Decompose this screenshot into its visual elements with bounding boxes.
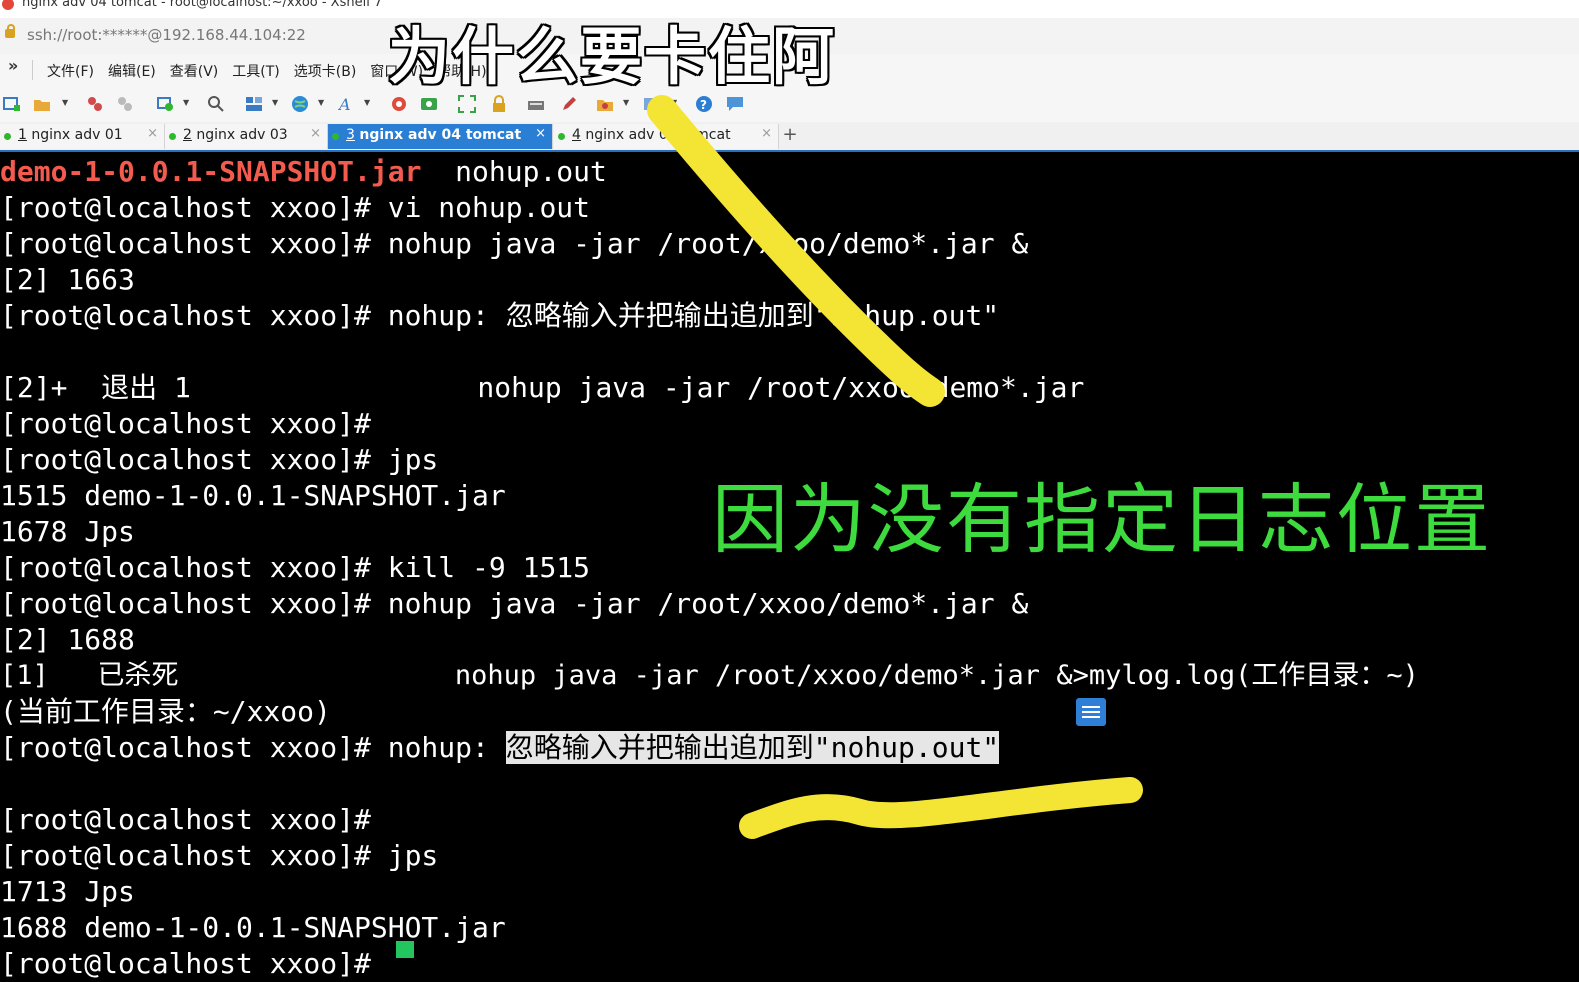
connected-status-icon [332,133,339,140]
chevron-down-icon[interactable]: ▼ [183,98,189,107]
session-tab-bar: 1 nginx adv 01 × 2 nginx adv 03 × 3 ngin… [0,122,1579,152]
close-icon[interactable]: × [535,126,546,141]
terminal-line: [2] 1663 [0,263,135,296]
terminal-line: [root@localhost xxoo]# nohup java -jar /… [0,227,1029,260]
compose-bar-icon[interactable] [1076,698,1106,726]
highlight-icon[interactable] [390,95,408,113]
tab-session-2[interactable]: 2 nginx adv 03 × [165,124,328,149]
close-icon[interactable]: × [761,126,772,141]
open-folder-icon[interactable] [33,95,51,113]
tab-label: nginx adv 03 [196,127,288,143]
terminal-line: [root@localhost xxoo]# [0,803,371,836]
terminal-line: 1678 Jps [0,515,135,548]
fullscreen-icon[interactable] [458,95,476,113]
window-icon[interactable] [643,95,661,113]
menu-item[interactable]: 选项卡(B) [294,61,357,81]
tab-session-4[interactable]: 4 nginx adv 04 tomcat × [554,124,779,149]
window-title: nginx adv 04 tomcat - root@localhost:~/x… [22,0,383,10]
session-address[interactable]: ssh://root:******@192.168.44.104:22 [27,26,306,44]
xshell-app-icon [2,0,14,10]
connected-status-icon [558,133,565,140]
jar-filename: demo-1-0.0.1-SNAPSHOT.jar [0,155,422,188]
tab-label: nginx adv 04 tomcat [585,127,731,143]
terminal-text: nohup.out [421,155,607,188]
tab-label: nginx adv 01 [31,127,123,143]
layout-icon[interactable] [245,95,263,113]
pen-icon[interactable] [560,95,578,113]
terminal-line: [root@localhost xxoo]# kill -9 1515 [0,551,591,584]
terminal-line: 1713 Jps [0,875,135,908]
chevron-down-icon[interactable]: ▼ [364,98,370,107]
menu-item[interactable]: 工具(T) [232,61,279,81]
close-icon[interactable]: × [310,126,321,141]
caption-question: 为什么要卡住阿 [388,20,837,93]
terminal-line: [root@localhost xxoo]# nohup: 忽略输入并把输出追加… [0,730,1000,766]
menu-item[interactable]: 查看(V) [170,61,219,81]
tab-session-3[interactable]: 3 nginx adv 04 tomcat × [328,124,553,149]
tab-session-1[interactable]: 1 nginx adv 01 × [0,124,165,149]
chevron-down-icon[interactable]: ▼ [671,98,677,107]
terminal-line: (当前工作目录：~/xxoo) [0,695,331,728]
terminal-cursor [396,941,414,958]
terminal-line: [root@localhost xxoo]# nohup java -jar /… [0,587,1029,620]
terminal-text: [root@localhost xxoo]# nohup: [0,731,506,764]
chevron-down-icon[interactable]: ▼ [62,98,68,107]
svg-text:?: ? [700,98,707,112]
double-chevron-icon[interactable]: » [8,56,18,75]
reconnect-icon[interactable] [86,95,104,113]
tab-number: 3 [346,127,355,143]
svg-text:A: A [338,95,351,113]
add-tab-button[interactable]: + [780,124,800,148]
new-session-icon[interactable] [3,95,21,113]
terminal-line: demo-1-0.0.1-SNAPSHOT.jar nohup.out [0,154,607,190]
globe-icon[interactable] [291,95,309,113]
lock-icon[interactable] [490,95,508,113]
terminal-line: [root@localhost xxoo]# jps [0,443,439,476]
caption-answer: 因为没有指定日志位置 [712,475,1492,564]
terminal-line: 1688 demo-1-0.0.1-SNAPSHOT.jar [0,911,506,944]
terminal-line: [root@localhost xxoo]# [0,407,371,440]
chevron-down-icon[interactable]: ▼ [623,98,629,107]
connected-status-icon [4,133,11,140]
terminal-line: [root@localhost xxoo]# jps [0,839,439,872]
tab-label: nginx adv 04 tomcat [359,127,522,143]
font-icon[interactable]: A [338,95,356,113]
chevron-down-icon[interactable]: ▼ [272,98,278,107]
keyboard-icon[interactable] [527,95,545,113]
close-icon[interactable]: × [147,126,158,141]
script-icon[interactable] [420,95,438,113]
terminal-line: [1] 已杀死 nohup java -jar /root/xxoo/demo*… [0,660,1419,691]
menu-item[interactable]: 文件(F) [47,61,94,81]
terminal-line: [root@localhost xxoo]# vi nohup.out [0,191,591,224]
terminal-line: [root@localhost xxoo]# [0,947,388,980]
tab-number: 2 [183,127,192,143]
tab-number: 1 [18,127,27,143]
terminal-line: 1515 demo-1-0.0.1-SNAPSHOT.jar [0,479,506,512]
transfer-icon[interactable] [596,95,614,113]
help-icon[interactable]: ? [695,95,713,113]
tab-number: 4 [572,127,581,143]
chat-icon[interactable] [726,95,744,113]
chevron-down-icon[interactable]: ▼ [318,98,324,107]
menu-separator [32,60,33,80]
properties-icon[interactable] [156,95,174,113]
connected-status-icon [169,133,176,140]
lock-icon [5,24,15,38]
terminal-line: [2]+ 退出 1 nohup java -jar /root/xxoo/dem… [0,371,1085,404]
terminal-line: [2] 1688 [0,623,135,656]
menu-item[interactable]: 编辑(E) [108,61,156,81]
disconnect-icon[interactable] [116,95,134,113]
selected-text[interactable]: 忽略输入并把输出追加到"nohup.out" [505,731,1000,764]
terminal-line: [root@localhost xxoo]# nohup: 忽略输入并把输出追加… [0,299,1000,332]
search-icon[interactable] [207,95,225,113]
